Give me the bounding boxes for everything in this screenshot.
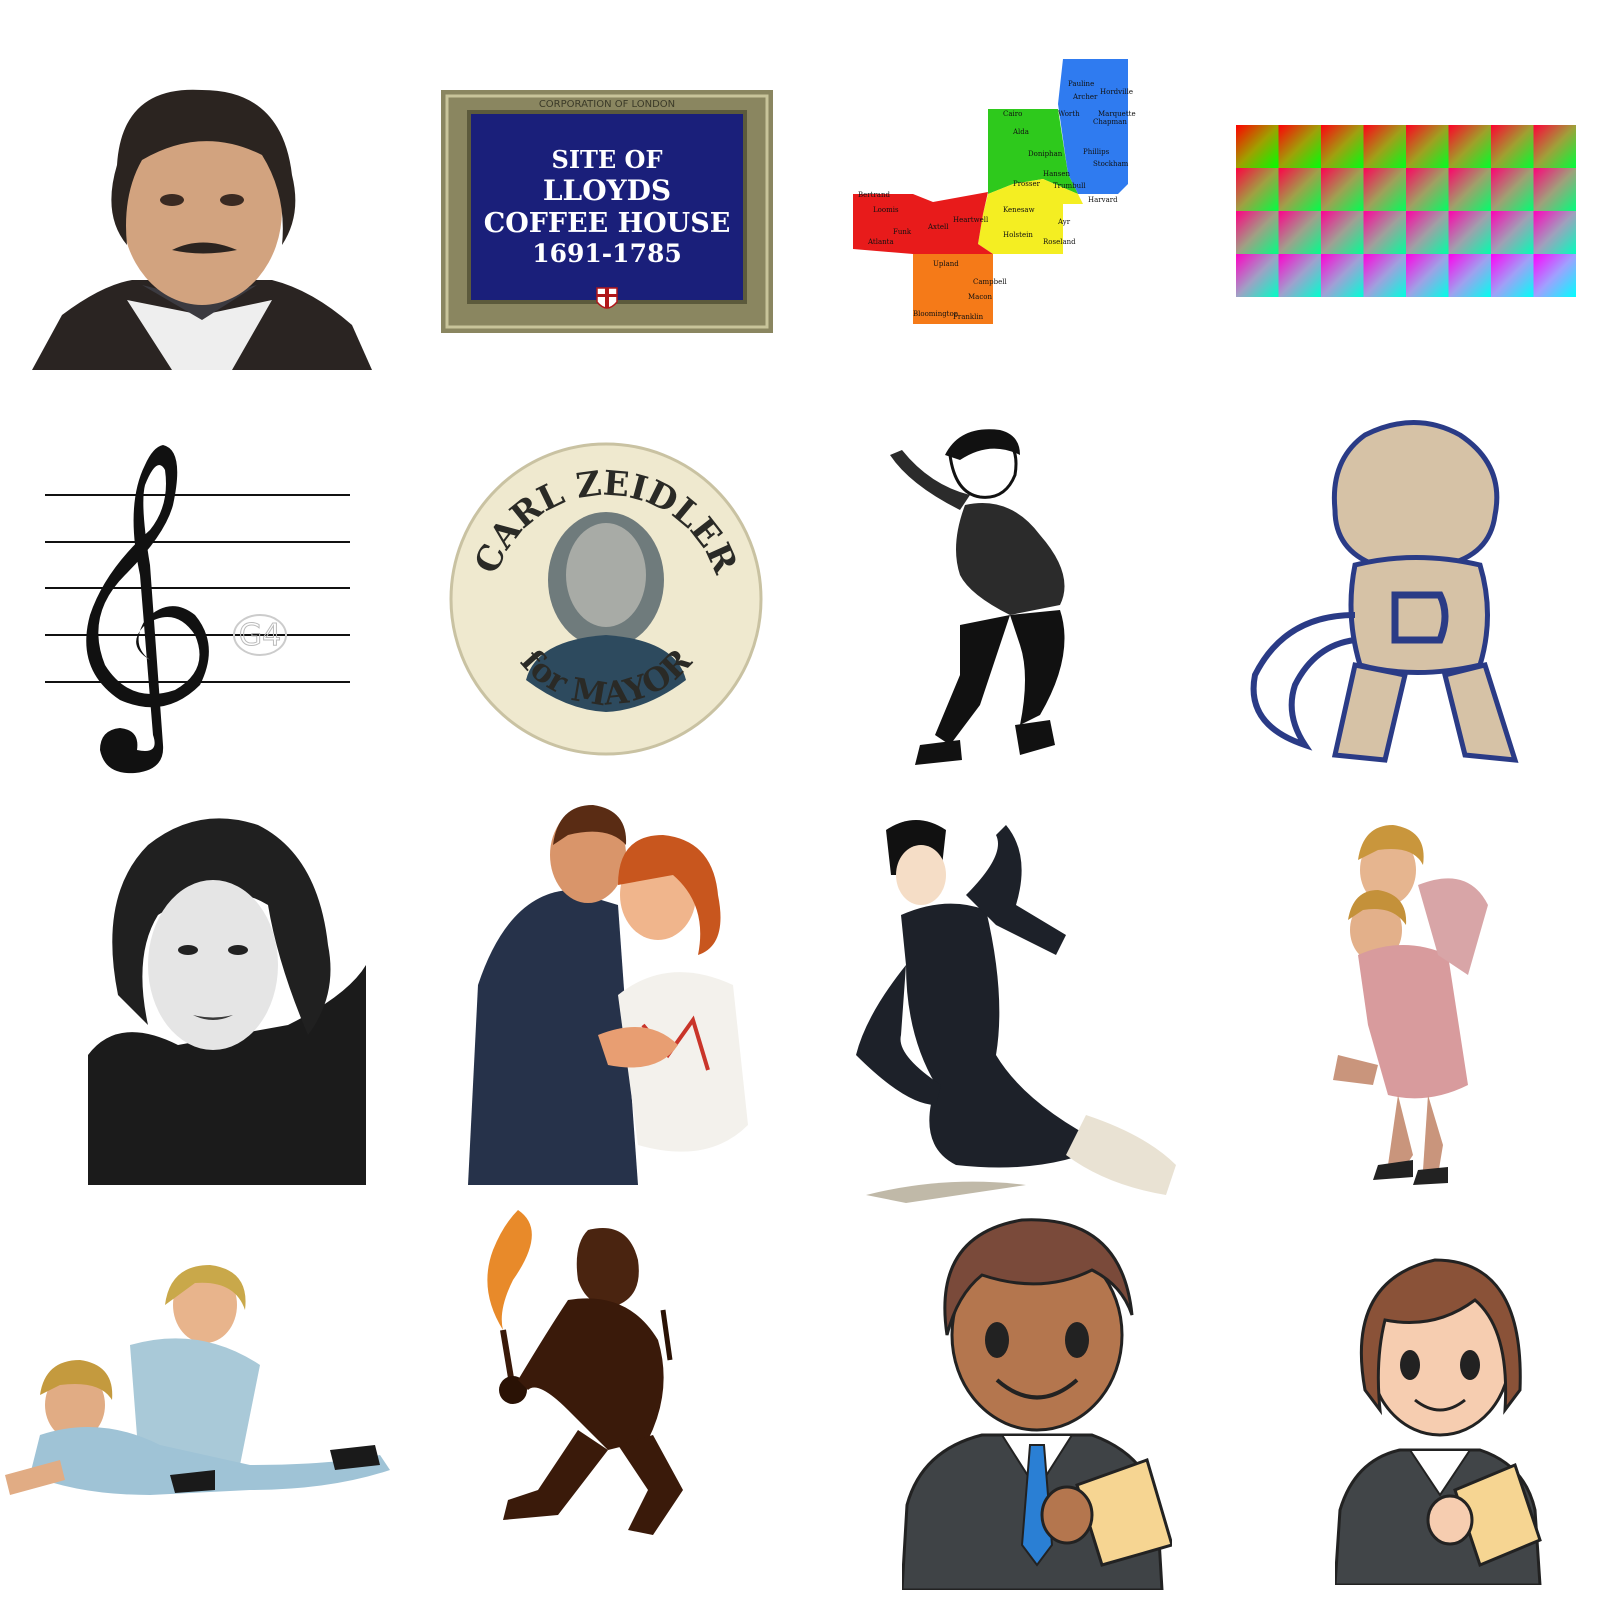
plaque-line2: LLOYDS bbox=[543, 174, 671, 207]
gradient-cell bbox=[1321, 254, 1364, 297]
map-place-label: Worth bbox=[1058, 110, 1080, 118]
color-gradient-grid bbox=[1236, 125, 1576, 297]
gradient-cell bbox=[1321, 211, 1364, 254]
plaque-line3: COFFEE HOUSE bbox=[484, 208, 731, 239]
gradient-cell bbox=[1491, 168, 1534, 211]
map-place-label: Cairo bbox=[1003, 110, 1022, 118]
shield-icon bbox=[596, 287, 618, 309]
gradient-cell bbox=[1236, 168, 1279, 211]
gradient-cell bbox=[1363, 125, 1406, 168]
plaque-line1: SITE OF bbox=[551, 145, 662, 174]
gradient-cell bbox=[1363, 254, 1406, 297]
map-place-label: Macon bbox=[968, 293, 992, 301]
two-girls-image bbox=[0, 1265, 400, 1550]
gradient-cell bbox=[1406, 125, 1449, 168]
portrait-woman-image bbox=[88, 815, 366, 1185]
gradient-cell bbox=[1406, 211, 1449, 254]
map-place-label: Campbell bbox=[973, 278, 1008, 286]
map-place-label: Roseland bbox=[1043, 238, 1076, 246]
gradient-cell bbox=[1278, 125, 1321, 168]
gradient-cell bbox=[1236, 125, 1279, 168]
county-map: Pauline Archer Hordville Worth Marquette Chap… bbox=[853, 54, 1176, 334]
flapper-woman-illustration bbox=[846, 815, 1182, 1205]
gradient-cell bbox=[1533, 168, 1576, 211]
embracing-couple-illustration bbox=[468, 805, 753, 1185]
plaque-line4: 1691-1785 bbox=[532, 239, 682, 268]
map-place-label: Kenesaw bbox=[1003, 206, 1035, 214]
map-place-label: Bertrand bbox=[858, 191, 890, 199]
gradient-cell bbox=[1321, 168, 1364, 211]
map-place-label: Marquette bbox=[1098, 110, 1136, 118]
map-place-label: Chapman bbox=[1093, 118, 1127, 126]
gradient-cell bbox=[1491, 254, 1534, 297]
map-place-label: Funk bbox=[893, 228, 912, 236]
gradient-cell bbox=[1321, 125, 1364, 168]
lion-mascot bbox=[1245, 415, 1565, 785]
map-place-label: Upland bbox=[933, 260, 959, 268]
campaign-button: CARL ZEIDLER for MAYOR bbox=[446, 440, 766, 758]
treble-clef-staff: G4 bbox=[45, 445, 360, 775]
gradient-cell bbox=[1491, 211, 1534, 254]
gradient-cell bbox=[1533, 125, 1576, 168]
map-place-label: Atlanta bbox=[867, 238, 894, 246]
gradient-cell bbox=[1406, 254, 1449, 297]
map-place-label: Franklin bbox=[953, 313, 984, 321]
map-place-label: Trumbull bbox=[1053, 182, 1086, 190]
gradient-cell bbox=[1533, 211, 1576, 254]
plaque-header: CORPORATION OF LONDON bbox=[539, 99, 675, 110]
map-place-label: Stockham bbox=[1093, 160, 1129, 168]
piggyback-girls-image bbox=[1318, 825, 1498, 1190]
map-place-label: Pauline bbox=[1068, 80, 1094, 88]
gradient-cell bbox=[1406, 168, 1449, 211]
gradient-cell bbox=[1448, 168, 1491, 211]
gradient-cell bbox=[1363, 168, 1406, 211]
portrait-man-image bbox=[32, 85, 372, 370]
map-place-label: Phillips bbox=[1083, 148, 1110, 156]
gradient-cell bbox=[1448, 254, 1491, 297]
map-place-label: Bloomington bbox=[913, 310, 959, 318]
gradient-cell bbox=[1278, 254, 1321, 297]
map-place-label: Ayr bbox=[1057, 218, 1071, 226]
torch-bearer-silhouette bbox=[478, 1210, 703, 1540]
lloyds-plaque: CORPORATION OF LONDON SITE OF LLOYDS COF… bbox=[441, 90, 773, 333]
map-place-label: Prosser bbox=[1013, 180, 1041, 188]
note-g4: G4 bbox=[233, 614, 287, 656]
gradient-cell bbox=[1491, 125, 1534, 168]
map-place-label: Holstein bbox=[1003, 231, 1033, 239]
businessman-cartoon bbox=[902, 1215, 1172, 1590]
gradient-cell bbox=[1236, 211, 1279, 254]
gradient-cell bbox=[1363, 211, 1406, 254]
map-place-label: Axtell bbox=[927, 223, 949, 231]
map-place-label: Archer bbox=[1072, 93, 1098, 101]
map-place-label: Doniphan bbox=[1028, 150, 1063, 158]
map-place-label: Heartwell bbox=[953, 216, 989, 224]
map-place-label: Hansen bbox=[1043, 170, 1071, 178]
gradient-cell bbox=[1278, 211, 1321, 254]
map-place-label: Hordville bbox=[1100, 88, 1133, 96]
dancing-boy-drawing bbox=[890, 425, 1110, 795]
note-label: G4 bbox=[239, 618, 281, 653]
gradient-cell bbox=[1448, 211, 1491, 254]
gradient-cell bbox=[1448, 125, 1491, 168]
map-place-label: Loomis bbox=[873, 206, 899, 214]
map-place-label: Harvard bbox=[1088, 196, 1118, 204]
businesswoman-cartoon bbox=[1335, 1240, 1547, 1585]
gradient-cell bbox=[1236, 254, 1279, 297]
map-place-label: Alda bbox=[1012, 128, 1029, 136]
gradient-cell bbox=[1278, 168, 1321, 211]
gradient-cell bbox=[1533, 254, 1576, 297]
